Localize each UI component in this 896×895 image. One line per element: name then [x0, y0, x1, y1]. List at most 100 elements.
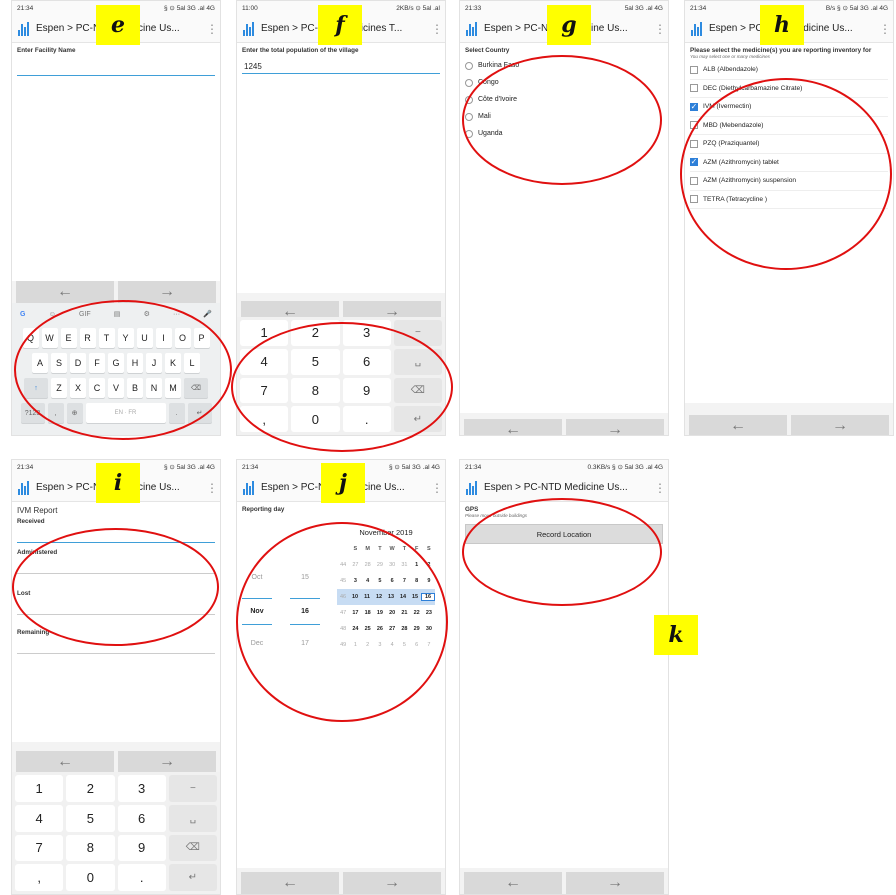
record-location-button[interactable]: Record Location	[465, 524, 663, 544]
calendar-day[interactable]: 14	[397, 594, 409, 600]
overflow-menu-icon[interactable]: ⋮	[206, 23, 218, 35]
period-key[interactable]: .	[342, 406, 391, 432]
key-j[interactable]: J	[146, 353, 162, 373]
backspace-key[interactable]: ⌫	[168, 834, 217, 862]
google-icon[interactable]: G	[20, 311, 25, 318]
calendar-day[interactable]: 11	[361, 594, 373, 600]
enter-key[interactable]: ↵	[393, 406, 442, 432]
calendar-day[interactable]: 1	[349, 642, 361, 648]
forward-button[interactable]: →	[791, 415, 889, 435]
calendar-day[interactable]: 28	[362, 562, 374, 568]
calendar-day[interactable]: 12	[373, 594, 385, 600]
calendar-day[interactable]: 5	[374, 578, 386, 584]
period-key[interactable]: .	[168, 403, 185, 423]
minus-key[interactable]: −	[393, 320, 442, 346]
settings-icon[interactable]: ⚙	[144, 310, 150, 318]
mic-icon[interactable]: 🎤	[203, 310, 212, 318]
checkbox-option[interactable]: TETRA (Tetracycline )	[690, 191, 888, 209]
back-button[interactable]: ←	[16, 281, 114, 303]
enter-key[interactable]: ↵	[168, 864, 217, 891]
key-c[interactable]: C	[89, 378, 105, 398]
calendar-day[interactable]: 4	[362, 578, 374, 584]
key-7[interactable]: 7	[15, 834, 64, 862]
radio-option[interactable]: Congo	[465, 74, 663, 91]
overflow-menu-icon[interactable]: ⋮	[431, 23, 443, 35]
checkbox-icon[interactable]	[690, 195, 698, 204]
key-4[interactable]: 4	[15, 804, 64, 832]
key-x[interactable]: X	[70, 378, 86, 398]
checkbox-option[interactable]: DEC (Diethylcarbamazine Citrate)	[690, 80, 888, 98]
key-d[interactable]: D	[70, 353, 86, 373]
key-4[interactable]: 4	[240, 348, 289, 375]
key-k[interactable]: K	[165, 353, 181, 373]
enter-key[interactable]: ↵	[187, 403, 212, 423]
checkbox-icon[interactable]	[690, 139, 698, 148]
facility-name-input[interactable]	[17, 60, 215, 76]
calendar-day[interactable]: 8	[411, 578, 423, 584]
calendar-day[interactable]: 30	[423, 626, 435, 632]
shift-key[interactable]: ↑	[24, 378, 48, 398]
key-8[interactable]: 8	[291, 377, 340, 404]
forward-button[interactable]: →	[566, 419, 664, 435]
key-t[interactable]: T	[98, 328, 115, 348]
day-option[interactable]: 15	[285, 574, 325, 581]
key-2[interactable]: 2	[291, 320, 340, 346]
checkbox-checked-icon[interactable]: ✓	[690, 158, 698, 167]
calendar-day[interactable]: 30	[386, 562, 398, 568]
radio-option[interactable]: Mali	[465, 108, 663, 125]
month-option[interactable]: Dec	[237, 640, 277, 647]
calendar-day[interactable]: 21	[398, 610, 410, 616]
calendar-day[interactable]: 29	[374, 562, 386, 568]
calendar-day[interactable]: 17	[349, 610, 361, 616]
calendar-day[interactable]: 27	[386, 626, 398, 632]
clipboard-icon[interactable]: ▤	[114, 310, 121, 318]
month-option[interactable]: Oct	[237, 574, 277, 581]
back-button[interactable]: ←	[689, 415, 787, 435]
key-b[interactable]: B	[127, 378, 143, 398]
day-selected[interactable]: 16	[285, 608, 325, 615]
key-7[interactable]: 7	[240, 377, 289, 404]
radio-icon[interactable]	[465, 78, 473, 87]
calendar-day[interactable]: 19	[374, 610, 386, 616]
key-0[interactable]: 0	[291, 406, 340, 432]
key-o[interactable]: O	[174, 328, 191, 348]
symbols-key[interactable]: ?123	[20, 403, 45, 423]
calendar-day[interactable]: 2	[362, 642, 374, 648]
remaining-input[interactable]	[17, 636, 215, 654]
key-3[interactable]: 3	[117, 775, 166, 802]
back-button[interactable]: ←	[241, 872, 339, 894]
key-9[interactable]: 9	[342, 377, 391, 404]
checkbox-option[interactable]: ✓ IVM (Ivermectin)	[690, 98, 888, 117]
key-r[interactable]: R	[79, 328, 96, 348]
calendar-day[interactable]: 18	[362, 610, 374, 616]
key-p[interactable]: P	[193, 328, 210, 348]
gif-icon[interactable]: GIF	[79, 311, 91, 318]
calendar-day[interactable]: 25	[362, 626, 374, 632]
overflow-menu-icon[interactable]: ⋮	[879, 23, 891, 35]
overflow-menu-icon[interactable]: ⋮	[654, 482, 666, 494]
key-f[interactable]: F	[89, 353, 105, 373]
language-key[interactable]: ⊕	[66, 403, 83, 423]
key-1[interactable]: 1	[15, 775, 64, 802]
key-6[interactable]: 6	[117, 804, 166, 832]
calendar-day[interactable]: 31	[398, 562, 410, 568]
key-s[interactable]: S	[51, 353, 67, 373]
key-0[interactable]: 0	[66, 864, 115, 891]
comma-key[interactable]: ,	[15, 864, 64, 891]
key-e[interactable]: E	[60, 328, 77, 348]
radio-option[interactable]: Uganda	[465, 125, 663, 142]
received-input[interactable]	[17, 525, 215, 543]
key-z[interactable]: Z	[51, 378, 67, 398]
checkbox-option[interactable]: ALB (Albendazole)	[690, 61, 888, 80]
calendar-day[interactable]: 20	[386, 610, 398, 616]
key-w[interactable]: W	[41, 328, 58, 348]
checkbox-option[interactable]: MBD (Mebendazole)	[690, 117, 888, 135]
key-q[interactable]: Q	[22, 328, 39, 348]
key-3[interactable]: 3	[342, 320, 391, 346]
backspace-key[interactable]: ⌫	[393, 377, 442, 404]
key-i[interactable]: I	[155, 328, 172, 348]
radio-icon[interactable]	[465, 95, 473, 104]
calendar-day[interactable]: 6	[386, 578, 398, 584]
checkbox-option[interactable]: PZQ (Praziquantel)	[690, 135, 888, 154]
checkbox-option[interactable]: AZM (Azithromycin) suspension	[690, 172, 888, 191]
